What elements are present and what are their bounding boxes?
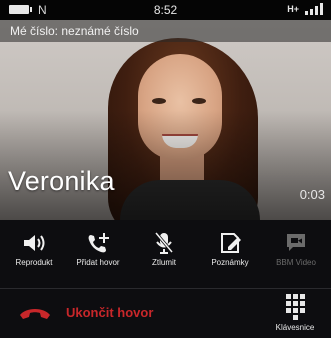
add-call-icon xyxy=(88,233,109,253)
add-call-label: Přidat hovor xyxy=(76,258,120,267)
status-time: 8:52 xyxy=(153,3,178,17)
signal-icon xyxy=(303,3,325,15)
bbm-video-button[interactable]: BBM Video xyxy=(264,228,328,284)
divider xyxy=(0,288,331,289)
mute-label: Ztlumit xyxy=(152,258,176,267)
keypad-icon xyxy=(285,294,305,320)
mute-icon xyxy=(154,232,174,254)
add-call-button[interactable]: Přidat hovor xyxy=(66,228,130,284)
keypad-button[interactable]: Klávesnice xyxy=(269,292,321,334)
keypad-label: Klávesnice xyxy=(275,323,315,332)
bbm-video-label: BBM Video xyxy=(276,258,316,267)
end-call-label: Ukončit hovor xyxy=(66,305,154,320)
caller-id-text: Mé číslo: neznámé číslo xyxy=(10,24,139,38)
notes-icon xyxy=(221,233,241,253)
network-type: H+ xyxy=(287,4,299,14)
speaker-label: Reprodukt xyxy=(15,258,53,267)
notes-label: Poznámky xyxy=(211,258,249,267)
call-screen: N 8:52 H+ Mé číslo: neznámé číslo Veroni… xyxy=(0,0,331,338)
contact-name: Veronika xyxy=(8,166,115,196)
speaker-button[interactable]: Reprodukt xyxy=(2,228,66,284)
call-duration: 0:03 xyxy=(299,187,325,202)
call-controls: Reprodukt Přidat hovor Ztlumit Poznámky … xyxy=(0,220,331,338)
status-bar: N 8:52 H+ xyxy=(0,0,331,20)
end-call-button[interactable]: Ukončit hovor xyxy=(18,296,198,330)
mute-button[interactable]: Ztlumit xyxy=(132,228,196,284)
speaker-icon xyxy=(24,235,45,251)
notes-button[interactable]: Poznámky xyxy=(198,228,262,284)
bbm-video-icon xyxy=(287,234,305,251)
caller-id-bar: Mé číslo: neznámé číslo xyxy=(0,20,331,42)
end-call-icon xyxy=(20,309,50,319)
